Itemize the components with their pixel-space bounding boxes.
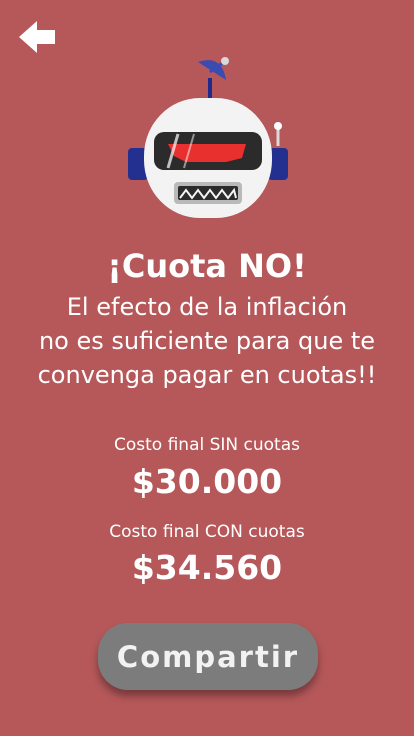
share-button[interactable]: Compartir: [98, 623, 318, 690]
cost-without-installments-value: $30.000: [131, 462, 283, 501]
back-button[interactable]: [14, 18, 60, 60]
result-title: ¡Cuota NO!: [107, 247, 307, 285]
result-message: El efecto de la inflación no es suficien…: [0, 290, 414, 392]
robot-illustration: [118, 50, 298, 225]
arrow-left-icon: [17, 19, 57, 59]
result-message-line: convenga pagar en cuotas!!: [37, 361, 377, 389]
result-message-line: no es suficiente para que te: [38, 327, 376, 355]
cost-with-installments-value: $34.560: [131, 548, 283, 587]
cost-without-installments-label: Costo final SIN cuotas: [113, 435, 300, 455]
result-message-line: El efecto de la inflación: [66, 293, 348, 321]
cost-with-installments-label: Costo final CON cuotas: [109, 522, 305, 542]
